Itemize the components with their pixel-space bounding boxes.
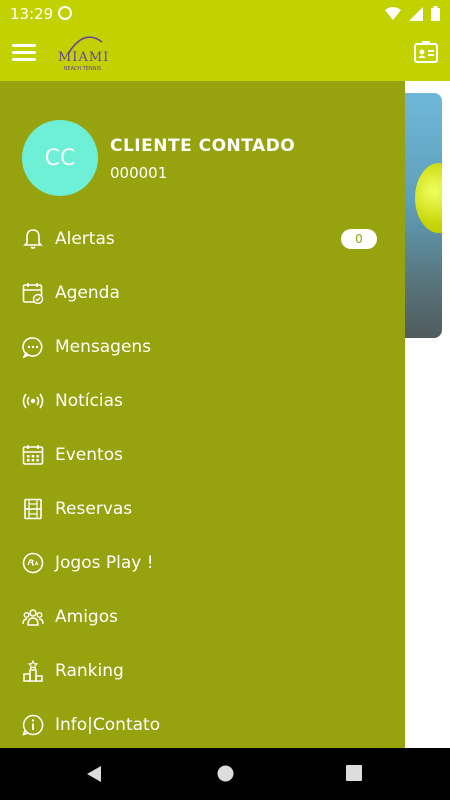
menu-label-reservas: Reservas xyxy=(55,499,133,519)
id-card-icon[interactable] xyxy=(414,41,438,63)
bell-icon xyxy=(23,229,43,249)
menu-item-reservas[interactable]: Reservas xyxy=(0,482,405,536)
navigation-drawer: CC CLIENTE CONTADO 000001 Alertas 0 Agen… xyxy=(0,81,405,748)
signal-icon xyxy=(409,6,423,21)
menu-item-amigos[interactable]: Amigos xyxy=(0,590,405,644)
main-content xyxy=(405,81,450,748)
menu-item-ranking[interactable]: Ranking xyxy=(0,644,405,698)
menu-label-mensagens: Mensagens xyxy=(55,337,152,357)
court-icon xyxy=(24,498,42,520)
calendar-grid-icon xyxy=(22,445,44,465)
menu-label-eventos: Eventos xyxy=(55,445,123,465)
logo-subtext: BEACH TENNIS xyxy=(64,66,102,72)
friends-icon xyxy=(22,609,44,626)
back-icon[interactable] xyxy=(86,765,102,783)
broadcast-icon xyxy=(22,393,44,409)
podium-icon xyxy=(23,660,43,682)
menu-label-agenda: Agenda xyxy=(55,283,120,303)
tennis-ball-image xyxy=(415,163,442,233)
menu-item-jogos-play[interactable]: Jogos Play ! xyxy=(0,536,405,590)
user-name: CLIENTE CONTADO xyxy=(110,136,296,156)
menu-label-noticias: Notícias xyxy=(55,391,123,411)
menu-label-ranking: Ranking xyxy=(55,661,124,681)
alert-count-badge: 0 xyxy=(341,229,377,249)
menu-item-mensagens[interactable]: Mensagens xyxy=(0,320,405,374)
user-code: 000001 xyxy=(110,164,168,182)
status-bar: 13:29 xyxy=(0,0,450,28)
menu-label-amigos: Amigos xyxy=(55,607,118,627)
status-icons xyxy=(385,6,440,21)
drawer-menu: Alertas 0 Agenda Mensagens Notícias Even… xyxy=(0,212,405,752)
calendar-check-icon xyxy=(22,283,44,304)
logo-text: MIAMI xyxy=(58,50,110,65)
info-icon xyxy=(22,714,44,736)
status-time: 13:29 xyxy=(10,5,54,23)
app-notification-icon xyxy=(58,6,72,20)
menu-label-alertas: Alertas xyxy=(55,229,115,249)
app-logo: MIAMI BEACH TENNIS xyxy=(56,28,116,78)
wifi-icon xyxy=(385,6,401,20)
menu-label-info-contato: Info|Contato xyxy=(55,715,161,735)
avatar[interactable]: CC xyxy=(22,120,98,196)
menu-icon[interactable] xyxy=(12,44,36,64)
app-bar: MIAMI BEACH TENNIS xyxy=(0,28,450,81)
menu-label-jogos-play: Jogos Play ! xyxy=(55,553,154,573)
menu-item-eventos[interactable]: Eventos xyxy=(0,428,405,482)
chat-bubble-icon xyxy=(22,337,43,358)
menu-item-info-contato[interactable]: Info|Contato xyxy=(0,698,405,752)
menu-item-agenda[interactable]: Agenda xyxy=(0,266,405,320)
hero-image[interactable] xyxy=(405,93,442,338)
menu-item-alertas[interactable]: Alertas 0 xyxy=(0,212,405,266)
menu-item-noticias[interactable]: Notícias xyxy=(0,374,405,428)
system-navigation-bar xyxy=(0,748,450,800)
home-icon[interactable] xyxy=(217,765,234,782)
play-badge-icon xyxy=(22,552,44,574)
recents-icon[interactable] xyxy=(346,765,362,781)
battery-icon xyxy=(431,6,440,21)
